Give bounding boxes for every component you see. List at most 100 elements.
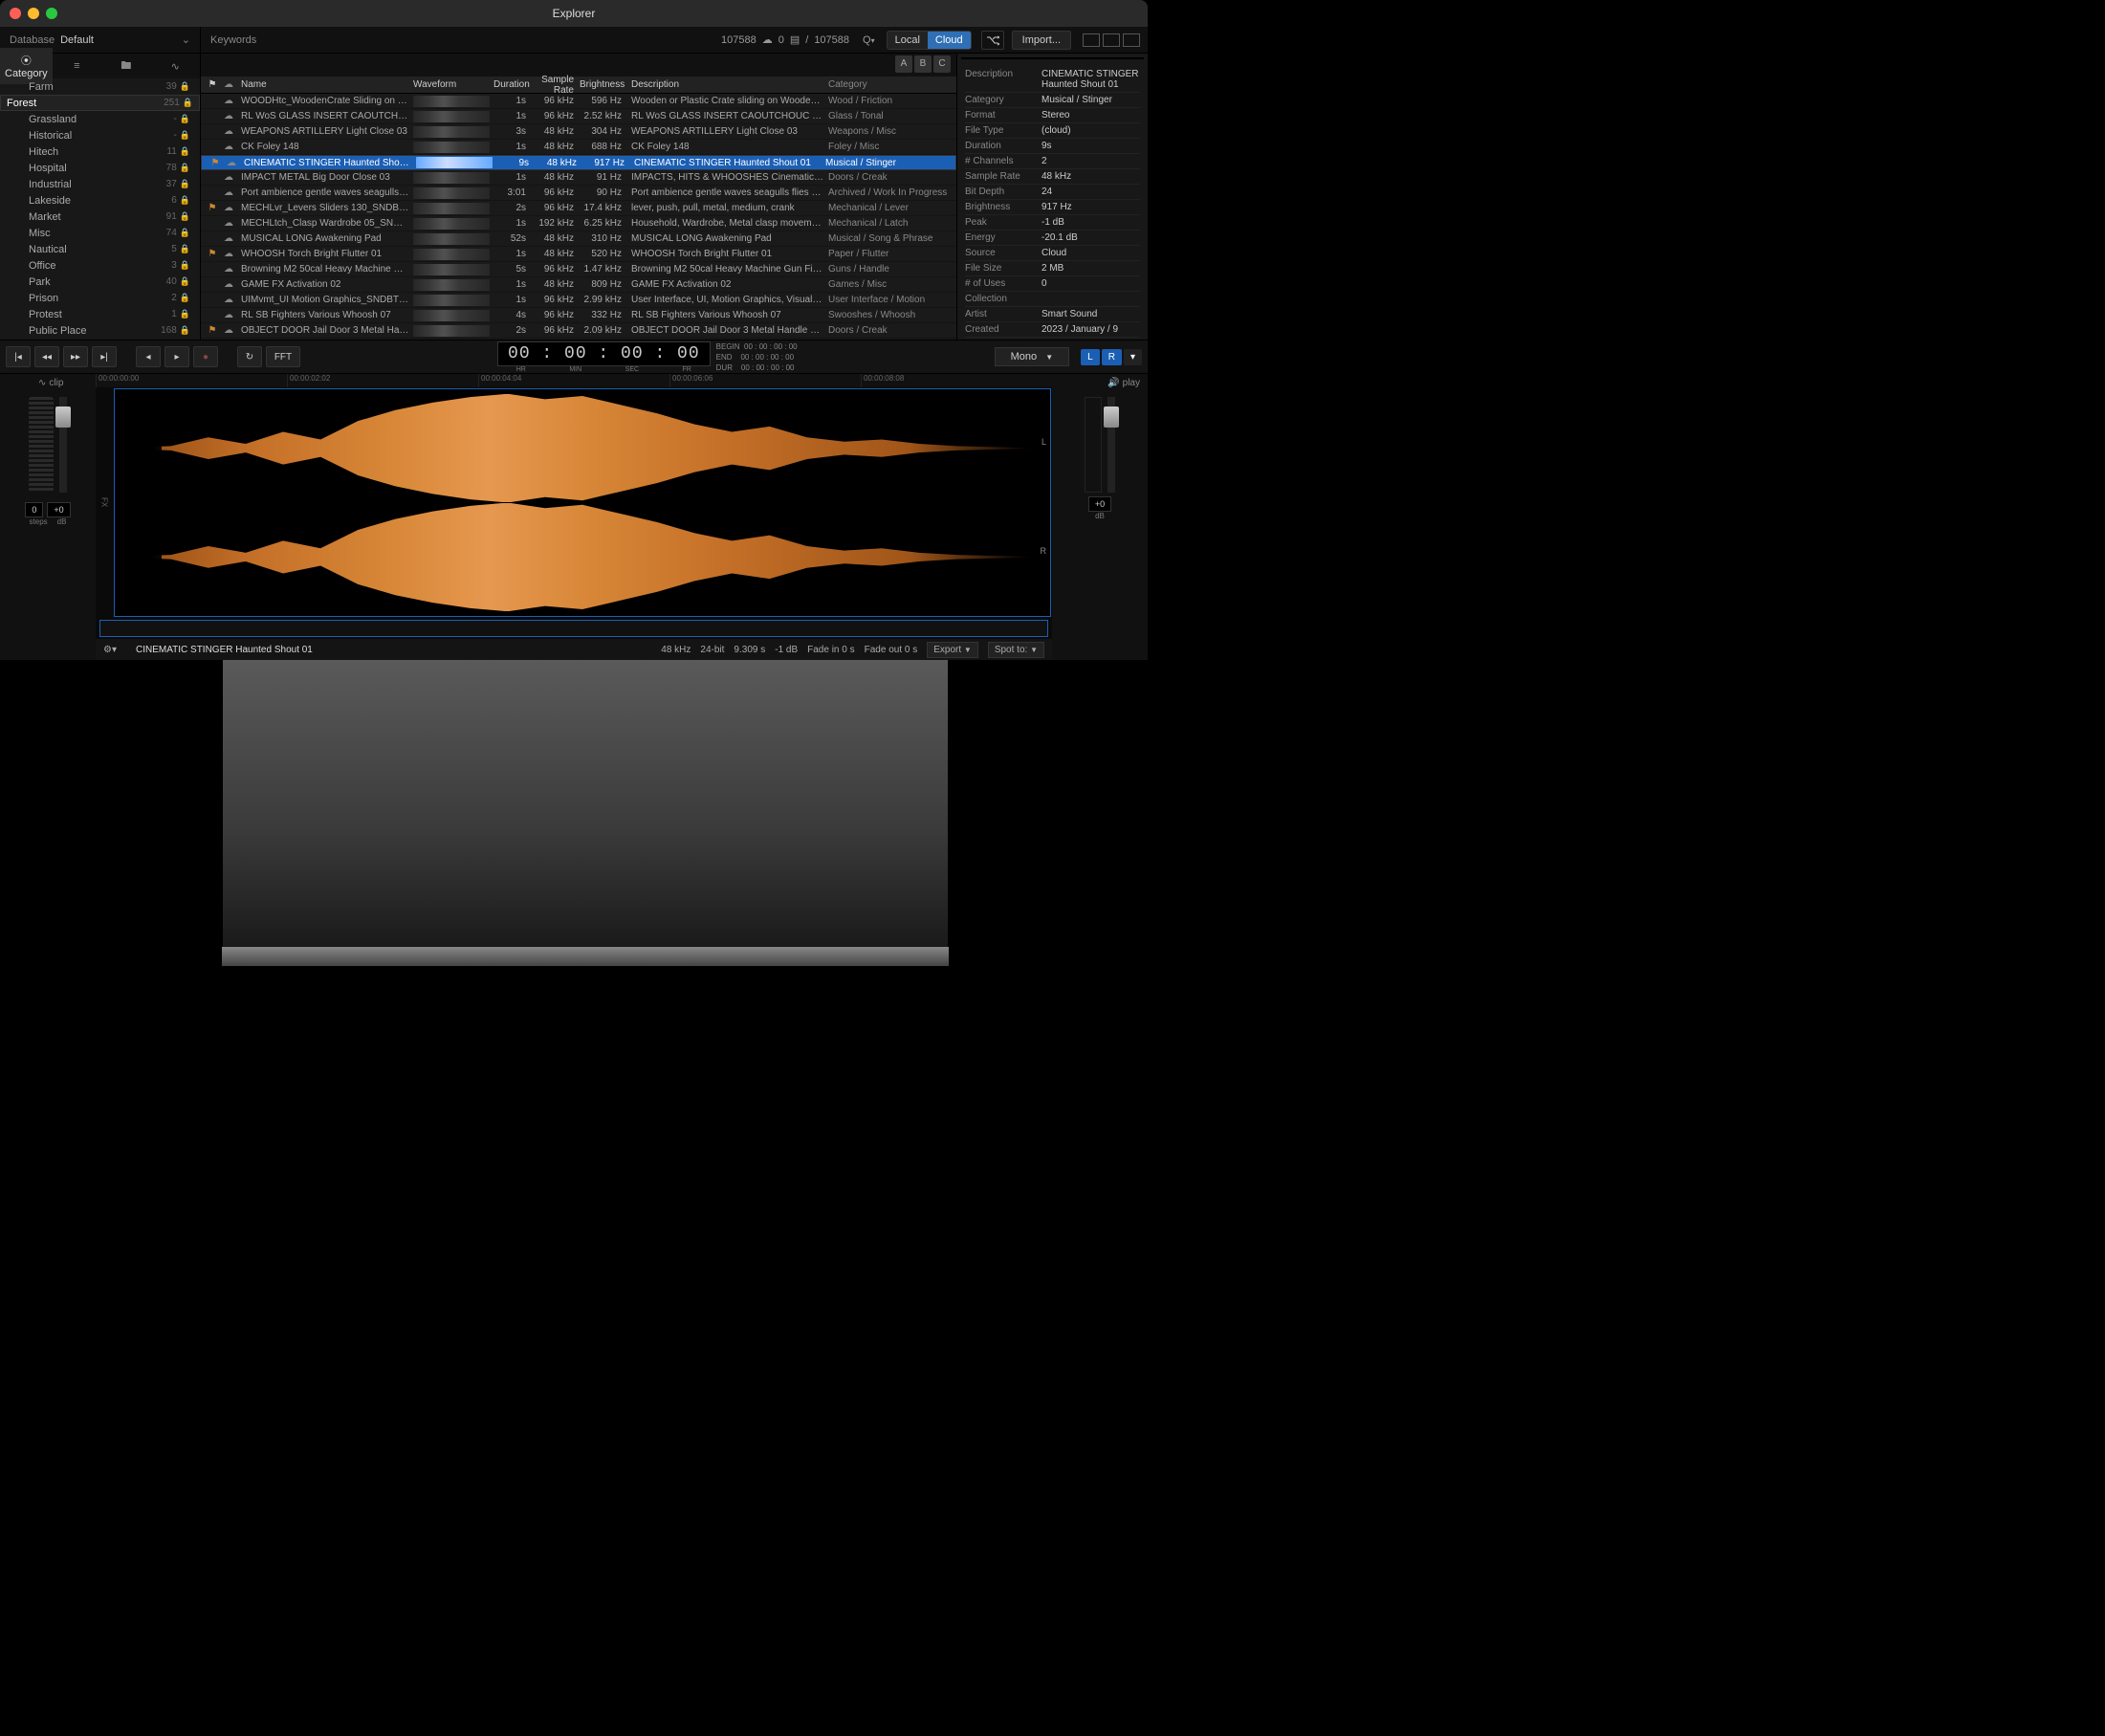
result-row[interactable]: ☁Browning M2 50cal Heavy Machine Gun Fi5… — [201, 262, 956, 277]
result-row[interactable]: ⚑☁MECHLvr_Levers Sliders 130_SNDBTS_BS.2… — [201, 201, 956, 216]
col-cloud[interactable]: ☁ — [220, 79, 237, 90]
result-row[interactable]: ☁WOODHtc_WoodenCrate Sliding on Parque1s… — [201, 94, 956, 109]
col-waveform[interactable]: Waveform — [413, 79, 490, 91]
sidebar-tab-wave[interactable]: ∿ — [151, 55, 200, 77]
rewind-button[interactable]: ◂◂ — [34, 346, 59, 367]
lr-menu-button[interactable]: ▾ — [1124, 349, 1142, 365]
reverse-play-button[interactable]: ◂ — [136, 346, 161, 367]
category-row[interactable]: Hitech11🔒 — [0, 143, 200, 160]
row-duration: 2s — [493, 325, 532, 336]
channel-mode-select[interactable]: Mono ▼ — [995, 347, 1070, 366]
row-flag[interactable]: ⚑ — [205, 203, 220, 213]
cloud-icon: ☁ — [220, 279, 237, 290]
result-row[interactable]: ☁RL SB Fighters Various Whoosh 074s96 kH… — [201, 308, 956, 323]
result-row[interactable]: ☁Port ambience gentle waves seagulls fli… — [201, 186, 956, 201]
category-row[interactable]: Grassland-🔒 — [0, 111, 200, 127]
waveform-display[interactable]: L R — [114, 388, 1051, 617]
right-channel-button[interactable]: R — [1102, 349, 1122, 365]
row-duration: 3s — [493, 126, 532, 137]
col-brightness[interactable]: Brightness — [580, 79, 627, 90]
category-row[interactable]: Park40🔒 — [0, 274, 200, 290]
category-row[interactable]: Misc74🔒 — [0, 225, 200, 241]
options-icon[interactable]: ⚙▾ — [103, 645, 117, 655]
layout-2-button[interactable] — [1103, 33, 1120, 47]
search-menu[interactable]: Q▾ — [857, 34, 881, 46]
col-duration[interactable]: Duration — [493, 79, 532, 90]
result-row[interactable]: ☁RL WoS GLASS INSERT CAOUTCHOUC PL1s96 k… — [201, 109, 956, 124]
category-row[interactable]: Lakeside6🔒 — [0, 192, 200, 209]
layout-1-button[interactable] — [1083, 33, 1100, 47]
result-row[interactable]: ⚑☁CINEMATIC STINGER Haunted Shout 019s48… — [201, 155, 956, 170]
fx-label: FX — [96, 387, 113, 618]
meta-value: 917 Hz — [1042, 202, 1140, 212]
shuffle-button[interactable] — [981, 31, 1004, 50]
col-description[interactable]: Description — [627, 79, 828, 90]
result-row[interactable]: ☁CK Foley 1481s48 kHz688 HzCK Foley 148F… — [201, 140, 956, 155]
overview-waveform[interactable] — [99, 620, 1048, 637]
meta-value: Musical / Stinger — [1042, 95, 1140, 105]
category-count: 78 — [166, 163, 177, 173]
result-row[interactable]: ☁MECHLtch_Clasp Wardrobe 05_SNDBTS_A1s19… — [201, 216, 956, 231]
result-row[interactable]: ⚑☁OBJECT DOOR Jail Door 3 Metal Handle M… — [201, 323, 956, 339]
category-row[interactable]: Public Place168🔒 — [0, 322, 200, 339]
col-samplerate[interactable]: Sample Rate — [532, 75, 580, 96]
fast-forward-button[interactable]: ▸▸ — [63, 346, 88, 367]
clip-jog-wheel[interactable] — [29, 397, 54, 493]
row-name: CINEMATIC STINGER Haunted Shout 01 — [240, 158, 412, 168]
group-c-button[interactable]: C — [933, 55, 951, 73]
fft-button[interactable]: FFT — [266, 346, 300, 367]
spot-to-select[interactable]: Spot to: ▼ — [988, 642, 1044, 658]
go-end-button[interactable]: ▸| — [92, 346, 117, 367]
category-row[interactable]: Prison2🔒 — [0, 290, 200, 306]
result-row[interactable]: ☁IMPACT METAL Big Door Close 031s48 kHz9… — [201, 170, 956, 186]
export-select[interactable]: Export ▼ — [927, 642, 978, 658]
col-name[interactable]: Name — [237, 79, 409, 90]
category-row[interactable]: Farm39🔒 — [0, 78, 200, 95]
category-row[interactable]: Nautical5🔒 — [0, 241, 200, 257]
sidebar-tab-folder[interactable]: 🖿 — [101, 53, 150, 80]
loop-button[interactable]: ↻ — [237, 346, 262, 367]
group-a-button[interactable]: A — [895, 55, 912, 73]
waveform-right: R — [115, 503, 1050, 612]
category-name: Farm — [29, 81, 54, 93]
row-category: Foley / Misc — [828, 142, 953, 152]
record-button[interactable]: ● — [193, 346, 218, 367]
result-row[interactable]: ⚑☁WHOOSH Torch Bright Flutter 011s48 kHz… — [201, 247, 956, 262]
category-row[interactable]: Industrial37🔒 — [0, 176, 200, 192]
row-flag[interactable]: ⚑ — [208, 158, 223, 168]
results-body[interactable]: ☁WOODHtc_WoodenCrate Sliding on Parque1s… — [201, 94, 956, 340]
result-row[interactable]: ☁UIMvmt_UI Motion Graphics_SNDBTS_CSF1s9… — [201, 293, 956, 308]
import-button[interactable]: Import... — [1012, 31, 1071, 50]
category-row[interactable]: Protest1🔒 — [0, 306, 200, 322]
meta-value: Smart Sound — [1042, 309, 1140, 319]
clip-gain-fader[interactable] — [59, 397, 67, 493]
category-list[interactable]: Farm39🔒Forest251🔒Grassland-🔒Historical-🔒… — [0, 78, 200, 340]
play-gain-fader[interactable] — [1107, 397, 1115, 493]
sidebar-tab-list[interactable]: ≡ — [53, 55, 101, 77]
col-flag[interactable]: ⚑ — [205, 79, 220, 90]
go-start-button[interactable]: |◂ — [6, 346, 31, 367]
source-local-tab[interactable]: Local — [888, 32, 928, 49]
col-category[interactable]: Category — [828, 79, 953, 90]
row-flag[interactable]: ⚑ — [205, 325, 220, 336]
category-row[interactable]: Historical-🔒 — [0, 127, 200, 143]
time-ruler[interactable]: 00:00:00:00 00:00:02:02 00:00:04:04 00:0… — [96, 374, 1052, 387]
keywords-field[interactable]: Keywords — [201, 34, 713, 46]
row-flag[interactable]: ⚑ — [205, 249, 220, 259]
category-row[interactable]: Hospital78🔒 — [0, 160, 200, 176]
result-row[interactable]: ☁WEAPONS ARTILLERY Light Close 033s48 kH… — [201, 124, 956, 140]
cloud-icon: ☁ — [220, 218, 237, 229]
source-cloud-tab[interactable]: Cloud — [928, 32, 971, 49]
row-description: WEAPONS ARTILLERY Light Close 03 — [627, 126, 828, 137]
category-row[interactable]: Forest251🔒 — [0, 95, 200, 111]
group-b-button[interactable]: B — [914, 55, 932, 73]
left-channel-button[interactable]: L — [1081, 349, 1100, 365]
result-row[interactable]: ☁GAME FX Activation 021s48 kHz809 HzGAME… — [201, 277, 956, 293]
result-row[interactable]: ☁MUSICAL LONG Awakening Pad52s48 kHz310 … — [201, 231, 956, 247]
play-button[interactable]: ▸ — [164, 346, 189, 367]
category-row[interactable]: Office3🔒 — [0, 257, 200, 274]
row-samplerate: 48 kHz — [532, 142, 580, 152]
row-name: Browning M2 50cal Heavy Machine Gun Fi — [237, 264, 409, 275]
layout-3-button[interactable] — [1123, 33, 1140, 47]
category-row[interactable]: Market91🔒 — [0, 209, 200, 225]
